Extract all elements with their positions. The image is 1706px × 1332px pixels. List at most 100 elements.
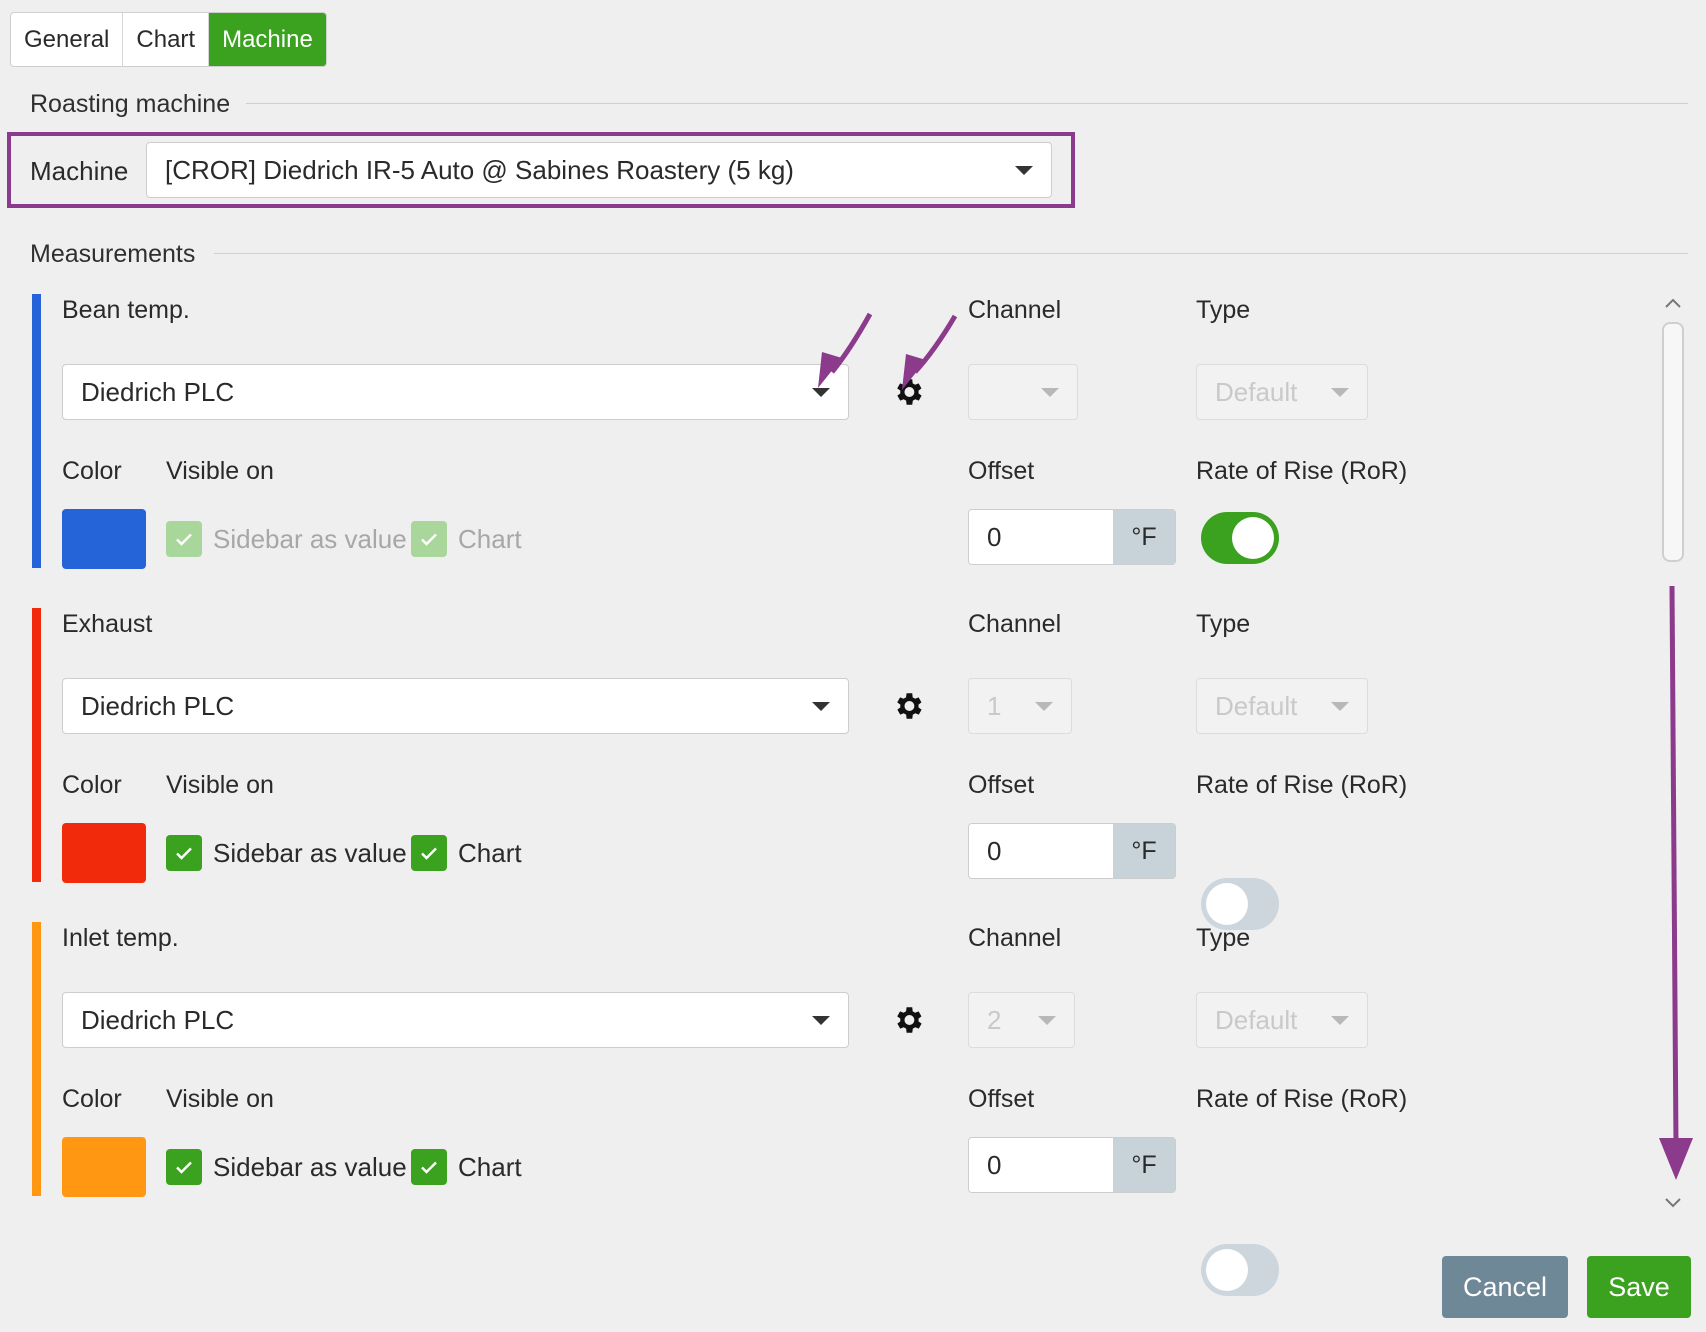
tab-general[interactable]: General [11, 13, 124, 66]
type-label: Type [1196, 610, 1251, 638]
ror-toggle[interactable] [1201, 1244, 1279, 1296]
machine-label: Machine [30, 156, 129, 186]
tab-bar: General Chart Machine [10, 12, 327, 67]
channel-label: Channel [968, 296, 1062, 324]
caret-down-icon [1035, 701, 1053, 711]
offset-input[interactable]: 0 [969, 824, 1113, 878]
caret-down-icon [1015, 165, 1033, 175]
chart-checkbox-label: Chart [458, 838, 522, 868]
channel-select[interactable]: 2 [968, 992, 1075, 1048]
roasting-machine-heading: Roasting machine [30, 90, 231, 118]
channel-label: Channel [968, 924, 1062, 952]
color-label: Color [62, 1085, 122, 1113]
chart-checkbox-label: Chart [458, 1152, 522, 1182]
measurement-color-bar [32, 608, 41, 882]
gear-icon[interactable] [891, 375, 925, 409]
section-divider [246, 103, 1688, 104]
color-label: Color [62, 771, 122, 799]
type-label: Type [1196, 924, 1251, 952]
color-swatch[interactable] [62, 1137, 146, 1197]
offset-input-group: 0 °F [968, 509, 1176, 565]
gear-icon[interactable] [891, 1003, 925, 1037]
source-select[interactable]: Diedrich PLC [62, 364, 849, 420]
check-icon [176, 1161, 192, 1174]
machine-select-value: [CROR] Diedrich IR-5 Auto @ Sabines Roas… [165, 154, 794, 185]
channel-label: Channel [968, 610, 1062, 638]
gear-icon[interactable] [891, 689, 925, 723]
caret-down-icon [1038, 1015, 1056, 1025]
caret-down-icon [1331, 701, 1349, 711]
machine-select[interactable]: [CROR] Diedrich IR-5 Auto @ Sabines Roas… [146, 142, 1052, 198]
check-icon [421, 847, 437, 860]
chart-checkbox[interactable] [411, 521, 447, 557]
sidebar-checkbox-label: Sidebar as value [213, 524, 407, 554]
color-swatch[interactable] [62, 823, 146, 883]
sidebar-checkbox[interactable] [166, 835, 202, 871]
offset-unit: °F [1113, 510, 1175, 564]
offset-label: Offset [968, 457, 1035, 485]
save-button[interactable]: Save [1587, 1256, 1691, 1318]
type-select[interactable]: Default [1196, 992, 1368, 1048]
tab-chart[interactable]: Chart [123, 13, 210, 66]
measurement-color-bar [32, 294, 41, 568]
caret-down-icon [812, 1015, 830, 1025]
chevron-down-icon[interactable] [1663, 1196, 1683, 1210]
caret-down-icon [1041, 387, 1059, 397]
visible-on-label: Visible on [166, 1085, 274, 1113]
sidebar-checkbox-label: Sidebar as value [213, 838, 407, 868]
source-select[interactable]: Diedrich PLC [62, 992, 849, 1048]
chart-checkbox[interactable] [411, 835, 447, 871]
caret-down-icon [1331, 387, 1349, 397]
scrollbar-thumb[interactable] [1662, 322, 1684, 562]
type-select[interactable]: Default [1196, 364, 1368, 420]
type-select-value: Default [1215, 690, 1298, 721]
measurement-name: Exhaust [62, 610, 153, 638]
sidebar-checkbox[interactable] [166, 521, 202, 557]
offset-input-group: 0 °F [968, 823, 1176, 879]
type-select-value: Default [1215, 1004, 1298, 1035]
sidebar-checkbox-label: Sidebar as value [213, 1152, 407, 1182]
measurement-color-bar [32, 922, 41, 1196]
check-icon [176, 533, 192, 546]
ror-toggle[interactable] [1201, 878, 1279, 930]
chart-checkbox[interactable] [411, 1149, 447, 1185]
measurements-heading: Measurements [30, 240, 196, 268]
offset-input[interactable]: 0 [969, 510, 1113, 564]
ror-label: Rate of Rise (RoR) [1196, 457, 1408, 485]
offset-unit: °F [1113, 1138, 1175, 1192]
chevron-up-icon[interactable] [1663, 296, 1683, 310]
visible-on-label: Visible on [166, 771, 274, 799]
chart-checkbox-label: Chart [458, 524, 522, 554]
check-icon [421, 1161, 437, 1174]
offset-label: Offset [968, 1085, 1035, 1113]
channel-select[interactable] [968, 364, 1078, 420]
type-select[interactable]: Default [1196, 678, 1368, 734]
offset-label: Offset [968, 771, 1035, 799]
caret-down-icon [812, 701, 830, 711]
channel-select[interactable]: 1 [968, 678, 1072, 734]
ror-toggle[interactable] [1201, 512, 1279, 564]
source-select-value: Diedrich PLC [81, 690, 235, 721]
check-icon [176, 847, 192, 860]
measurement-name: Bean temp. [62, 296, 190, 324]
source-select-value: Diedrich PLC [81, 376, 235, 407]
type-label: Type [1196, 296, 1251, 324]
cancel-button[interactable]: Cancel [1442, 1256, 1568, 1318]
visible-on-label: Visible on [166, 457, 274, 485]
type-select-value: Default [1215, 376, 1298, 407]
offset-input-group: 0 °F [968, 1137, 1176, 1193]
sidebar-checkbox[interactable] [166, 1149, 202, 1185]
offset-unit: °F [1113, 824, 1175, 878]
channel-select-value: 1 [987, 690, 1002, 721]
color-swatch[interactable] [62, 509, 146, 569]
source-select[interactable]: Diedrich PLC [62, 678, 849, 734]
channel-select-value: 2 [987, 1004, 1002, 1035]
offset-input[interactable]: 0 [969, 1138, 1113, 1192]
ror-label: Rate of Rise (RoR) [1196, 1085, 1408, 1113]
measurement-name: Inlet temp. [62, 924, 179, 952]
tab-machine[interactable]: Machine [209, 13, 326, 66]
source-select-value: Diedrich PLC [81, 1004, 235, 1035]
check-icon [421, 533, 437, 546]
caret-down-icon [812, 387, 830, 397]
color-label: Color [62, 457, 122, 485]
